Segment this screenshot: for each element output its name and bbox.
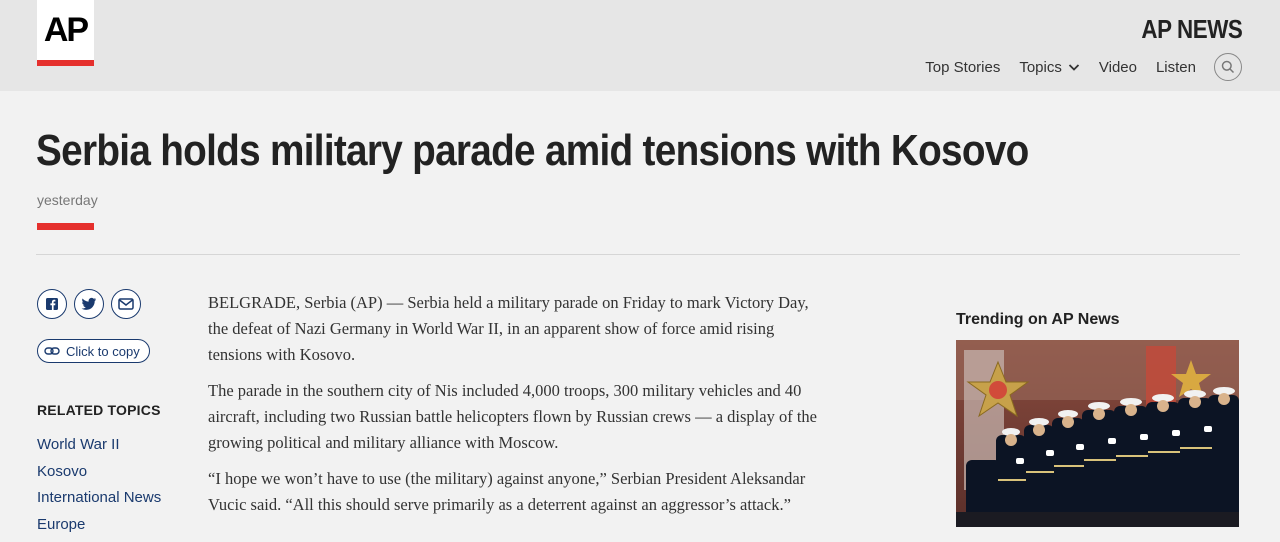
email-icon <box>118 298 134 310</box>
ap-logo[interactable]: AP <box>37 0 94 66</box>
related-topic-link[interactable]: International News <box>37 489 161 516</box>
site-header: AP AP NEWS Top Stories Topics Video List… <box>0 0 1280 91</box>
search-button[interactable] <box>1214 53 1242 81</box>
logo-red-bar <box>37 60 94 66</box>
trending-story-image[interactable] <box>956 340 1239 527</box>
search-icon <box>1221 60 1235 74</box>
chevron-down-icon <box>1068 61 1080 73</box>
nav-listen[interactable]: Listen <box>1156 59 1196 76</box>
article-paragraph: BELGRADE, Serbia (AP) — Serbia held a mi… <box>208 290 823 368</box>
copy-link-label: Click to copy <box>66 344 140 359</box>
brand-name[interactable]: AP NEWS <box>1141 14 1242 45</box>
section-divider <box>36 254 1240 255</box>
nav-label: Video <box>1099 59 1137 76</box>
twitter-icon <box>81 297 97 311</box>
share-buttons <box>37 289 148 319</box>
nav-video[interactable]: Video <box>1099 59 1137 76</box>
nav-label: Top Stories <box>925 59 1000 76</box>
article-headline: Serbia holds military parade amid tensio… <box>36 126 1029 176</box>
nav-label: Topics <box>1019 59 1062 76</box>
article-paragraph: “I hope we won’t have to use (the milita… <box>208 466 823 518</box>
article-body: BELGRADE, Serbia (AP) — Serbia held a mi… <box>208 290 823 528</box>
nav-top-stories[interactable]: Top Stories <box>925 59 1000 76</box>
main-nav: Top Stories Topics Video Listen <box>925 52 1242 82</box>
facebook-share-button[interactable] <box>37 289 67 319</box>
article-date: yesterday <box>37 192 98 208</box>
email-share-button[interactable] <box>111 289 141 319</box>
nav-topics[interactable]: Topics <box>1019 59 1080 76</box>
related-topic-link[interactable]: World War II <box>37 436 161 463</box>
related-topics-heading: RELATED TOPICS <box>37 402 161 418</box>
related-topic-link[interactable]: Europe <box>37 516 161 542</box>
copy-link-button[interactable]: Click to copy <box>37 339 150 363</box>
related-topics-list: World War II Kosovo International News E… <box>37 436 161 542</box>
article-paragraph: The parade in the southern city of Nis i… <box>208 378 823 456</box>
nav-label: Listen <box>1156 59 1196 76</box>
parade-photo <box>956 340 1239 527</box>
headline-red-rule <box>37 223 94 230</box>
logo-text: AP <box>39 10 92 50</box>
link-icon <box>44 346 60 356</box>
twitter-share-button[interactable] <box>74 289 104 319</box>
facebook-icon <box>45 297 59 311</box>
trending-heading: Trending on AP News <box>956 311 1120 329</box>
related-topic-link[interactable]: Kosovo <box>37 463 161 490</box>
